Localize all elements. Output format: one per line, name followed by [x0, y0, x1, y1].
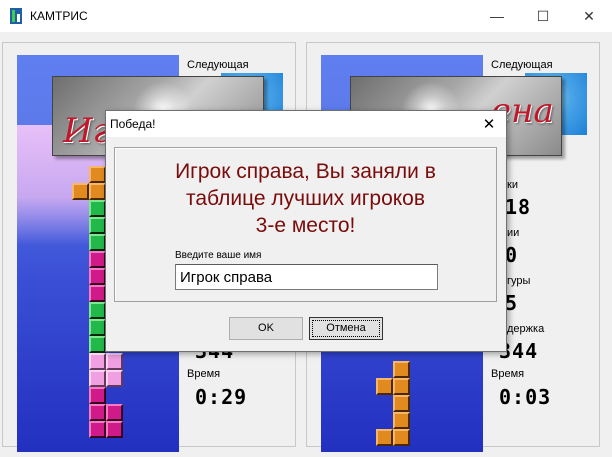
pieces-label: гуры: [507, 275, 531, 287]
victory-message: Игрок справа, Вы заняли в таблице лучших…: [115, 158, 496, 239]
block: [89, 302, 106, 319]
message-line: 3-е место!: [255, 214, 356, 237]
block: [89, 285, 106, 302]
block: [89, 370, 106, 387]
app-icon: [10, 8, 22, 24]
block: [89, 166, 106, 183]
block: [106, 404, 123, 421]
maximize-icon: ☐: [536, 7, 550, 24]
block: [393, 361, 410, 378]
dialog-title: Победа!: [110, 117, 156, 131]
window-title: КАМТРИС: [30, 9, 88, 23]
block: [393, 378, 410, 395]
time-label: Время: [491, 368, 525, 380]
next-piece-label: Следующая: [491, 59, 553, 71]
name-field-label: Введите ваше имя: [175, 250, 262, 261]
ok-button[interactable]: OK: [229, 317, 303, 340]
block: [393, 395, 410, 412]
cancel-button[interactable]: Отмена: [309, 317, 383, 340]
next-piece-label: Следующая: [187, 59, 249, 71]
block: [376, 378, 393, 395]
time-label: Время: [187, 368, 221, 380]
score-value: 18: [505, 195, 532, 219]
player-name-input[interactable]: [175, 264, 438, 290]
maximize-button[interactable]: ☐: [520, 0, 566, 32]
minimize-button[interactable]: —: [474, 0, 520, 32]
message-line: Игрок справа, Вы заняли в: [175, 160, 436, 183]
block: [89, 200, 106, 217]
window-titlebar: КАМТРИС — ☐ ✕: [0, 0, 612, 32]
block: [106, 353, 123, 370]
block: [89, 268, 106, 285]
close-icon: ✕: [583, 7, 595, 24]
block: [393, 412, 410, 429]
block: [89, 319, 106, 336]
block: [89, 421, 106, 438]
dialog-content-group: Игрок справа, Вы заняли в таблице лучших…: [114, 147, 497, 302]
minimize-icon: —: [490, 8, 504, 24]
dialog-titlebar: Победа! ✕: [106, 111, 506, 137]
time-value: 0:29: [195, 385, 248, 409]
dialog-close-button[interactable]: ✕: [474, 111, 504, 137]
delay-label: держка: [507, 323, 545, 335]
victory-dialog: Победа! ✕ Игрок справа, Вы заняли в табл…: [105, 110, 507, 352]
block: [89, 183, 106, 200]
block: [106, 370, 123, 387]
block: [89, 217, 106, 234]
lines-label: ии: [507, 227, 520, 239]
block: [393, 429, 410, 446]
close-icon: ✕: [482, 116, 496, 133]
block: [72, 183, 89, 200]
time-value: 0:03: [499, 385, 552, 409]
message-line: таблице лучших игроков: [185, 187, 426, 210]
block: [106, 421, 123, 438]
block: [89, 251, 106, 268]
block: [89, 336, 106, 353]
block: [376, 429, 393, 446]
block: [89, 404, 106, 421]
score-label: ки: [507, 179, 518, 191]
block: [89, 387, 106, 404]
close-button[interactable]: ✕: [566, 0, 612, 32]
block: [89, 234, 106, 251]
block: [89, 353, 106, 370]
